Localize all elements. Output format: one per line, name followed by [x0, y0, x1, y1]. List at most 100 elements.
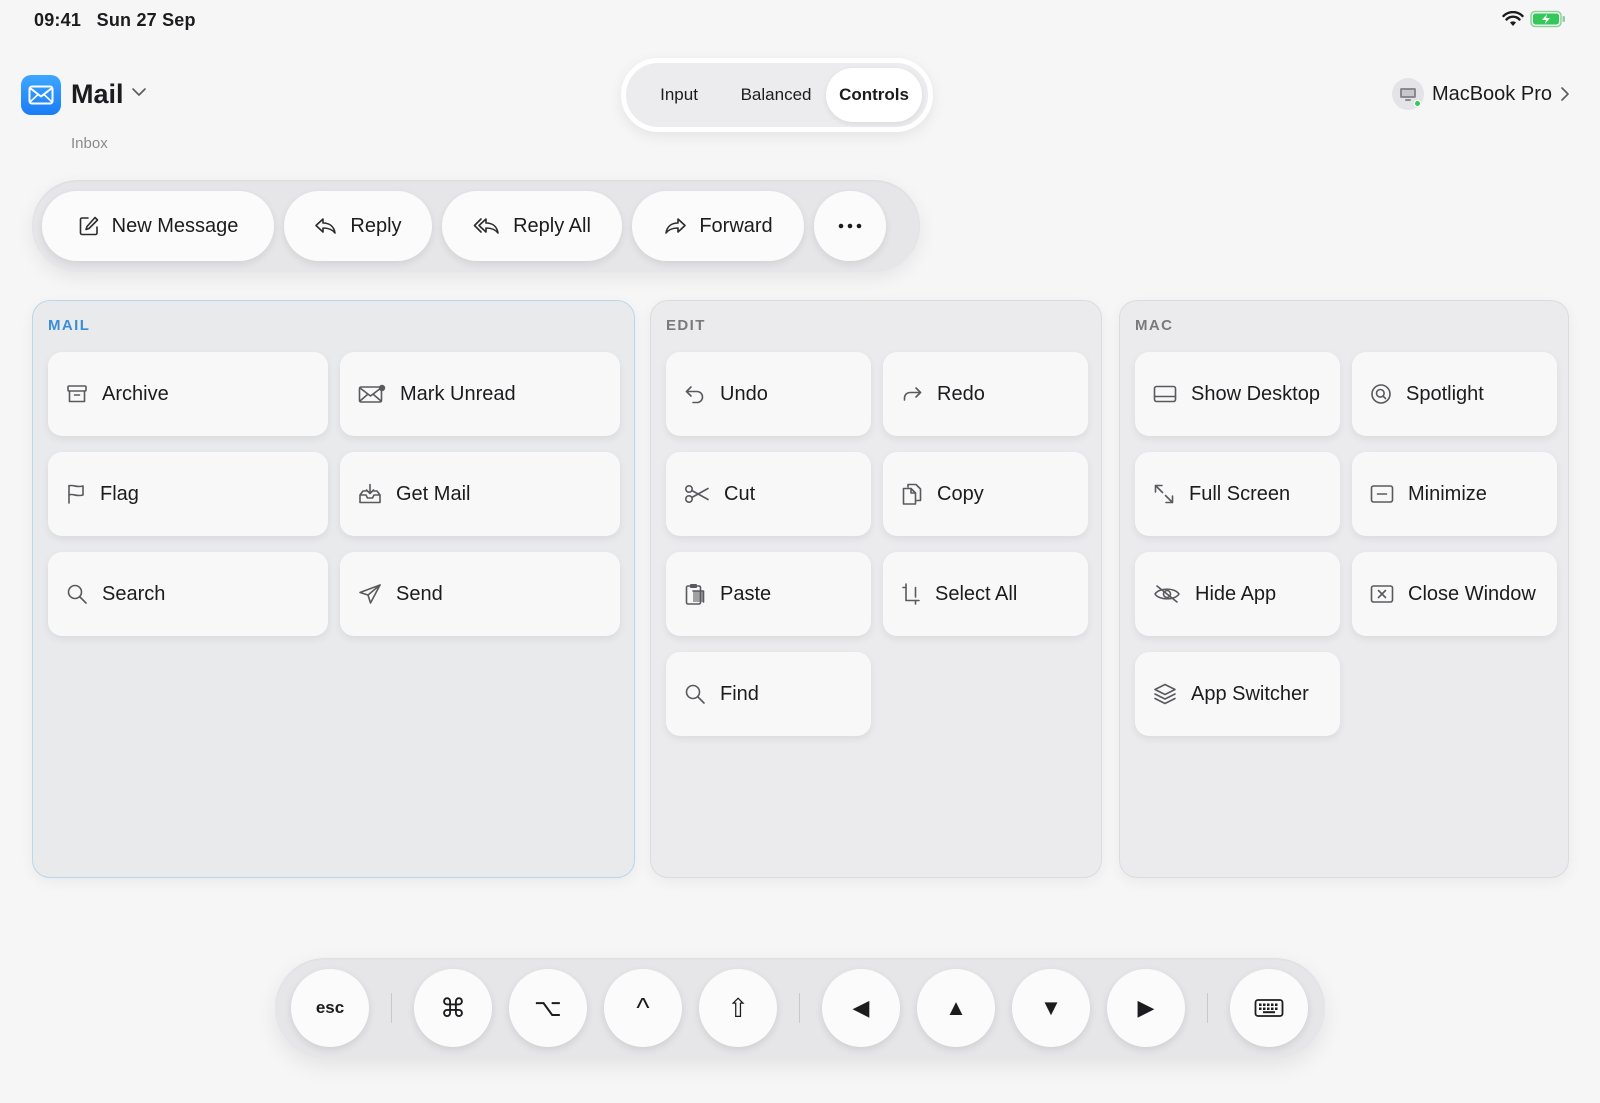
- segment-input[interactable]: Input: [632, 68, 726, 122]
- key-separator: [799, 993, 800, 1023]
- app-title[interactable]: Mail: [71, 79, 124, 110]
- redo-button[interactable]: Redo: [883, 352, 1088, 436]
- minimize-button[interactable]: Minimize: [1352, 452, 1557, 536]
- status-time: 09:41: [34, 10, 82, 30]
- minimize-label: Minimize: [1408, 482, 1487, 505]
- reply-button[interactable]: Reply: [284, 191, 432, 261]
- keyboard-toggle-key[interactable]: [1230, 969, 1308, 1047]
- compose-icon: [78, 215, 100, 237]
- undo-button[interactable]: Undo: [666, 352, 871, 436]
- redo-label: Redo: [937, 382, 985, 405]
- battery-charging-icon: [1530, 10, 1566, 28]
- device-status-dot: [1413, 100, 1421, 107]
- command-key[interactable]: ⌘: [414, 969, 492, 1047]
- full-screen-label: Full Screen: [1189, 482, 1291, 505]
- flag-button[interactable]: Flag: [48, 452, 328, 536]
- spotlight-label: Spotlight: [1406, 382, 1484, 405]
- spotlight-icon: [1370, 383, 1392, 405]
- find-button[interactable]: Find: [666, 652, 871, 736]
- full-screen-button[interactable]: Full Screen: [1135, 452, 1340, 536]
- select-all-button[interactable]: Select All: [883, 552, 1088, 636]
- segment-balanced[interactable]: Balanced: [726, 68, 826, 122]
- forward-icon: [663, 216, 687, 236]
- copy-label: Copy: [937, 482, 984, 505]
- archive-button[interactable]: Archive: [48, 352, 328, 436]
- archive-icon: [66, 384, 88, 404]
- new-message-button[interactable]: New Message: [42, 191, 274, 261]
- modifier-key-bar: esc ⌘ ⌥ ^ ⇧ ◀ ▲ ▼ ▶: [275, 958, 1325, 1058]
- reply-all-label: Reply All: [513, 214, 591, 237]
- new-message-label: New Message: [111, 214, 239, 237]
- arrow-up-key[interactable]: ▲: [917, 969, 995, 1047]
- mark-unread-button[interactable]: Mark Unread: [340, 352, 620, 436]
- mac-actions-grid: Show Desktop Spotlight Full Screen Minim…: [1135, 352, 1557, 736]
- close-window-label: Close Window: [1408, 582, 1536, 605]
- app-switcher-button[interactable]: App Switcher: [1135, 652, 1340, 736]
- reply-all-icon: [473, 216, 501, 236]
- redo-icon: [901, 384, 923, 404]
- edit-actions-grid: Undo Redo Cut Copy Paste Select All Find: [666, 352, 1088, 736]
- chevron-down-icon[interactable]: [131, 86, 147, 98]
- device-selector[interactable]: MacBook Pro: [1391, 78, 1570, 110]
- minimize-icon: [1370, 484, 1394, 504]
- edit-panel: EDIT Undo Redo Cut Copy Paste Select All: [650, 300, 1102, 878]
- copy-icon: [901, 482, 923, 506]
- shift-key[interactable]: ⇧: [699, 969, 777, 1047]
- mode-segmented-control: Input Balanced Controls: [621, 58, 933, 132]
- computer-icon: [1391, 78, 1424, 110]
- arrow-left-key[interactable]: ◀: [822, 969, 900, 1047]
- reply-all-button[interactable]: Reply All: [442, 191, 622, 261]
- wifi-icon: [1502, 11, 1524, 27]
- search-button[interactable]: Search: [48, 552, 328, 636]
- more-icon: [838, 223, 862, 229]
- envelope-unread-icon: [358, 384, 386, 404]
- send-label: Send: [396, 582, 443, 605]
- forward-button[interactable]: Forward: [632, 191, 804, 261]
- keyboard-icon: [1254, 998, 1284, 1018]
- mail-panel-title: MAIL: [48, 317, 91, 334]
- flag-label: Flag: [100, 482, 139, 505]
- app-switcher-label: App Switcher: [1191, 682, 1309, 705]
- spotlight-button[interactable]: Spotlight: [1352, 352, 1557, 436]
- cut-button[interactable]: Cut: [666, 452, 871, 536]
- clipboard-icon: [684, 582, 706, 606]
- get-mail-button[interactable]: Get Mail: [340, 452, 620, 536]
- hide-app-button[interactable]: Hide App: [1135, 552, 1340, 636]
- paste-button[interactable]: Paste: [666, 552, 871, 636]
- mail-actions-grid: Archive Mark Unread Flag Get Mail Search…: [48, 352, 620, 636]
- mail-app-icon: [21, 75, 61, 115]
- mark-unread-label: Mark Unread: [400, 382, 516, 405]
- find-label: Find: [720, 682, 759, 705]
- control-key[interactable]: ^: [604, 969, 682, 1047]
- chevron-right-icon: [1560, 86, 1570, 102]
- search-label: Search: [102, 582, 166, 605]
- option-key[interactable]: ⌥: [509, 969, 587, 1047]
- select-all-icon: [901, 582, 921, 606]
- segment-controls[interactable]: Controls: [826, 68, 922, 122]
- eye-slash-icon: [1153, 584, 1181, 604]
- send-button[interactable]: Send: [340, 552, 620, 636]
- paste-label: Paste: [720, 582, 772, 605]
- find-search-icon: [684, 683, 706, 705]
- escape-key[interactable]: esc: [291, 969, 369, 1047]
- desktop-icon: [1153, 384, 1177, 404]
- reply-icon: [314, 216, 338, 236]
- close-window-button[interactable]: Close Window: [1352, 552, 1557, 636]
- search-icon: [66, 583, 88, 605]
- get-mail-label: Get Mail: [396, 482, 471, 505]
- tray-download-icon: [358, 483, 382, 505]
- undo-label: Undo: [720, 382, 768, 405]
- archive-label: Archive: [102, 382, 169, 405]
- arrow-down-key[interactable]: ▼: [1012, 969, 1090, 1047]
- status-bar-indicators: [1502, 10, 1566, 28]
- expand-icon: [1153, 483, 1175, 505]
- reply-label: Reply: [350, 214, 402, 237]
- more-actions-button[interactable]: [814, 191, 886, 261]
- flag-icon: [66, 483, 86, 505]
- show-desktop-button[interactable]: Show Desktop: [1135, 352, 1340, 436]
- app-subtitle: Inbox: [71, 135, 108, 152]
- copy-button[interactable]: Copy: [883, 452, 1088, 536]
- mac-panel: MAC Show Desktop Spotlight Full Screen M…: [1119, 300, 1569, 878]
- edit-panel-title: EDIT: [666, 317, 706, 334]
- arrow-right-key[interactable]: ▶: [1107, 969, 1185, 1047]
